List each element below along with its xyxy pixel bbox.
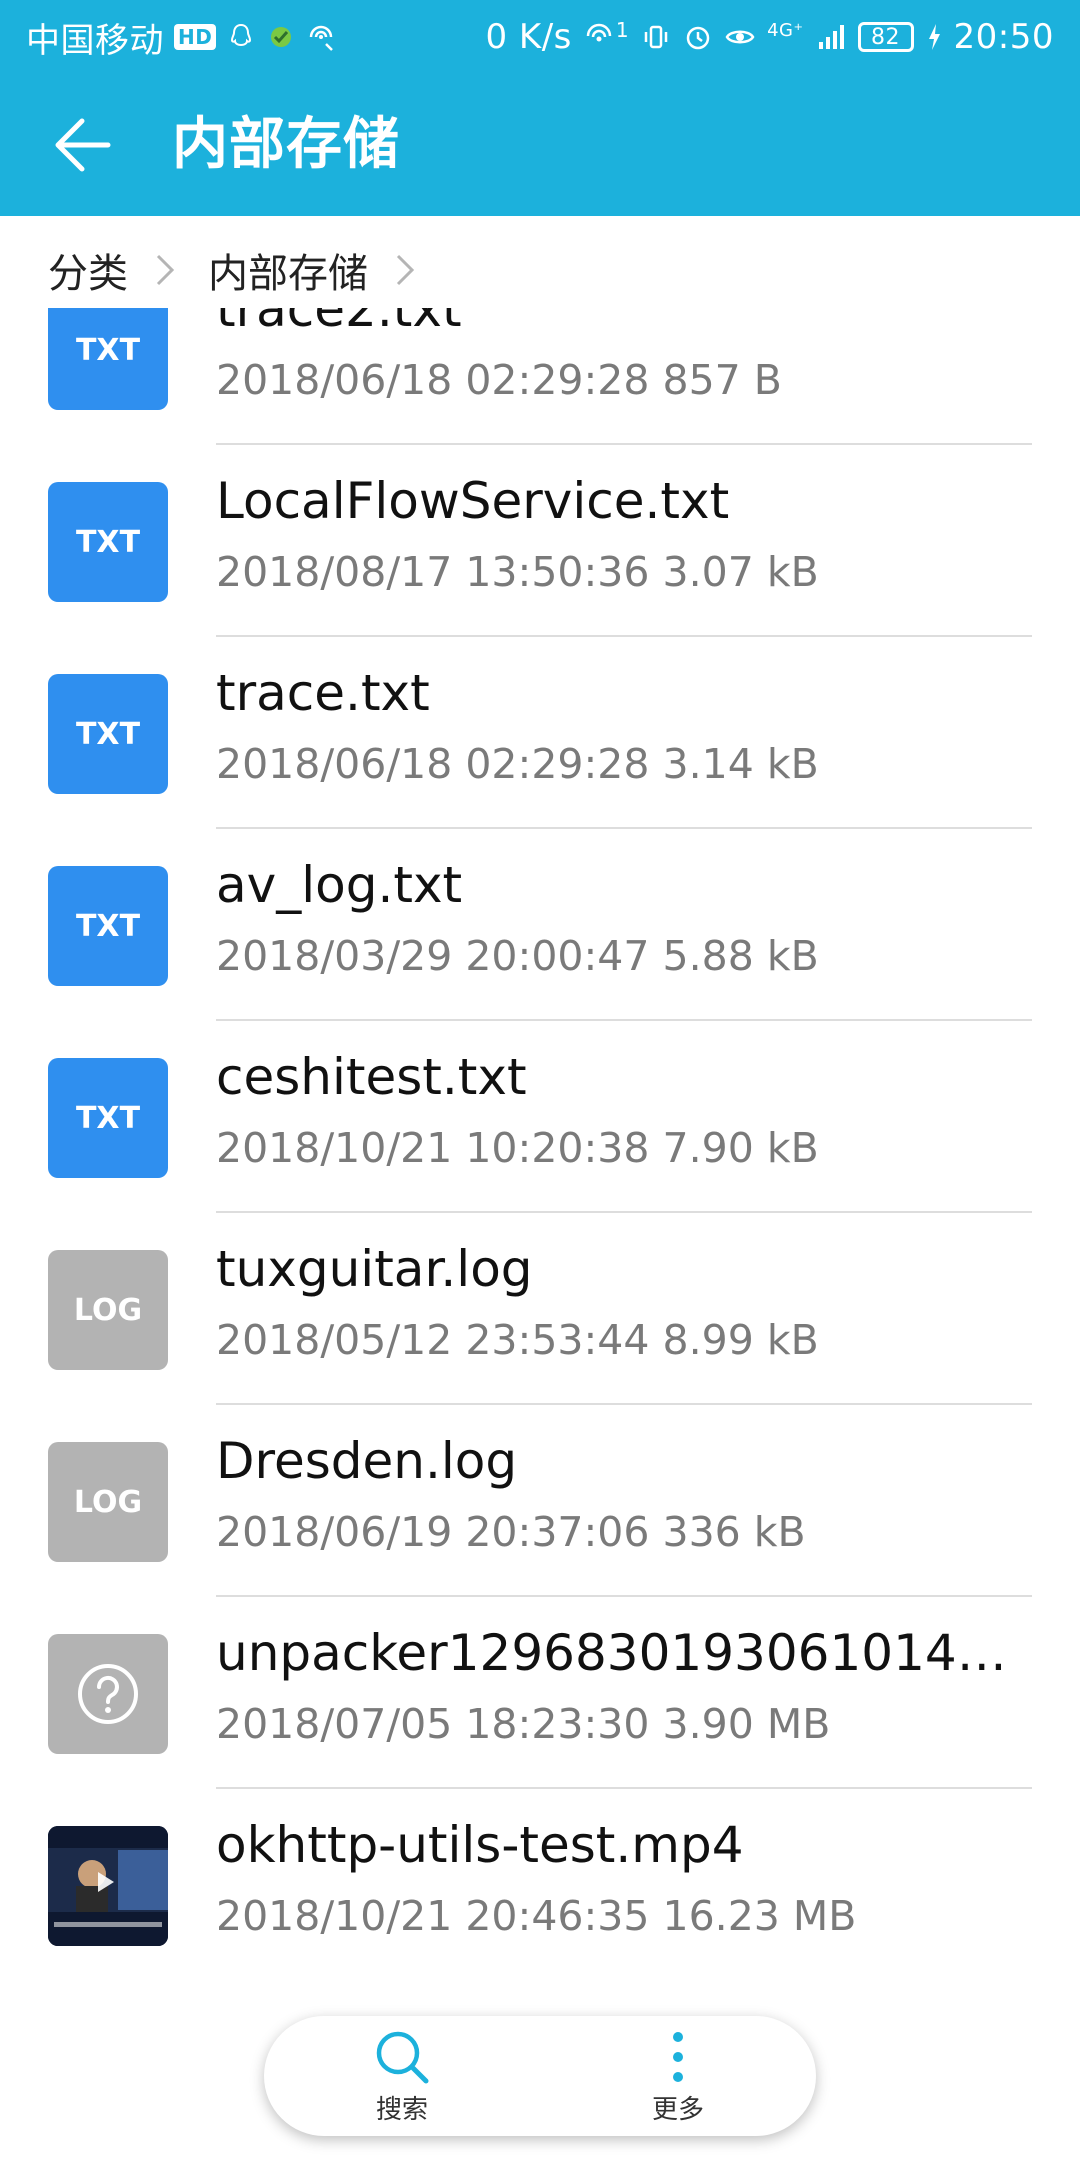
unknown-file-icon (48, 1634, 168, 1754)
clock: 20:50 (953, 17, 1054, 57)
txt-file-icon: TXT (48, 866, 168, 986)
network-type: 4G⁺ (767, 19, 804, 41)
search-label: 搜索 (375, 2094, 428, 2125)
more-button[interactable]: 更多 (578, 2027, 778, 2126)
vibrate-icon (641, 22, 671, 52)
battery-indicator: 82 (857, 22, 914, 52)
file-name: trace.txt (216, 664, 430, 722)
page-title: 内部存储 (172, 112, 400, 177)
signal-icon (816, 22, 846, 52)
file-meta: 2018/06/18 02:29:28 857 B (216, 356, 782, 404)
alarm-icon (683, 22, 713, 52)
more-label: 更多 (651, 2094, 704, 2125)
txt-file-icon: TXT (48, 1058, 168, 1178)
file-row[interactable]: TXT LocalFlowService.txt 2018/08/17 13:5… (0, 445, 1080, 637)
search-icon (376, 2031, 429, 2083)
file-row[interactable]: TXT trace2.txt 2018/06/18 02:29:28 857 B (0, 308, 1080, 445)
app-notification-icon (266, 22, 296, 52)
file-meta: 2018/06/19 20:37:06 336 kB (216, 1508, 806, 1556)
status-bar: 中国移动 HD 0 K/s 1 4G⁺ 82 20:50 (0, 0, 1080, 74)
file-row[interactable]: unpacker1296830193061014537.... 2018/07/… (0, 1597, 1080, 1789)
breadcrumb-item-category[interactable]: 分类 (48, 241, 128, 299)
txt-file-icon: TXT (48, 308, 168, 410)
file-row[interactable]: TXT trace.txt 2018/06/18 02:29:28 3.14 k… (0, 637, 1080, 829)
file-meta: 2018/10/21 10:20:38 7.90 kB (216, 1124, 819, 1172)
file-row[interactable]: TXT av_log.txt 2018/03/29 20:00:47 5.88 … (0, 829, 1080, 1021)
txt-file-icon: TXT (48, 674, 168, 794)
file-name: trace2.txt (216, 308, 462, 338)
hd-badge: HD (174, 24, 217, 50)
search-button[interactable]: 搜索 (302, 2027, 502, 2126)
file-meta: 2018/07/05 18:23:30 3.90 MB (216, 1700, 831, 1748)
more-vertical-icon (673, 2031, 683, 2082)
file-row[interactable]: LOG Dresden.log 2018/06/19 20:37:06 336 … (0, 1405, 1080, 1597)
file-meta: 2018/06/18 02:29:28 3.14 kB (216, 740, 819, 788)
hotspot-icon (306, 22, 336, 52)
signal-sup: 1 (615, 18, 630, 42)
video-thumbnail (48, 1826, 168, 1946)
file-meta: 2018/10/21 20:46:35 16.23 MB (216, 1892, 857, 1940)
eye-comfort-icon (725, 22, 755, 52)
bottom-action-bar: 搜索 更多 (264, 2016, 816, 2136)
qq-icon (226, 22, 256, 52)
app-bar: 内部存储 (0, 74, 1080, 216)
file-meta: 2018/08/17 13:50:36 3.07 kB (216, 548, 819, 596)
net-speed: 0 K/s (485, 17, 572, 57)
file-row[interactable]: okhttp-utils-test.mp4 2018/10/21 20:46:3… (0, 1789, 1080, 1978)
video-thumbnail-image (48, 1826, 168, 1946)
charging-icon (926, 22, 942, 52)
file-list[interactable]: TXT trace2.txt 2018/06/18 02:29:28 857 B… (0, 308, 1080, 1978)
file-name: okhttp-utils-test.mp4 (216, 1816, 744, 1874)
wifi-hotspot-icon (584, 22, 614, 52)
file-name: av_log.txt (216, 856, 463, 914)
file-name: unpacker1296830193061014537.... (216, 1624, 1036, 1682)
log-file-icon: LOG (48, 1442, 168, 1562)
file-meta: 2018/05/12 23:53:44 8.99 kB (216, 1316, 819, 1364)
log-file-icon: LOG (48, 1250, 168, 1370)
file-row[interactable]: TXT ceshitest.txt 2018/10/21 10:20:38 7.… (0, 1021, 1080, 1213)
file-meta: 2018/03/29 20:00:47 5.88 kB (216, 932, 819, 980)
question-mark-icon (78, 1664, 138, 1724)
file-name: ceshitest.txt (216, 1048, 527, 1106)
file-name: tuxguitar.log (216, 1240, 533, 1298)
back-arrow-icon (55, 118, 111, 172)
txt-file-icon: TXT (48, 482, 168, 602)
back-button[interactable] (46, 114, 118, 176)
chevron-right-icon (146, 250, 184, 290)
chevron-right-icon (386, 250, 424, 290)
file-name: LocalFlowService.txt (216, 472, 730, 530)
breadcrumb-item-internal-storage[interactable]: 内部存储 (208, 241, 368, 299)
carrier-label: 中国移动 (26, 20, 164, 61)
file-row[interactable]: LOG tuxguitar.log 2018/05/12 23:53:44 8.… (0, 1213, 1080, 1405)
file-name: Dresden.log (216, 1432, 518, 1490)
